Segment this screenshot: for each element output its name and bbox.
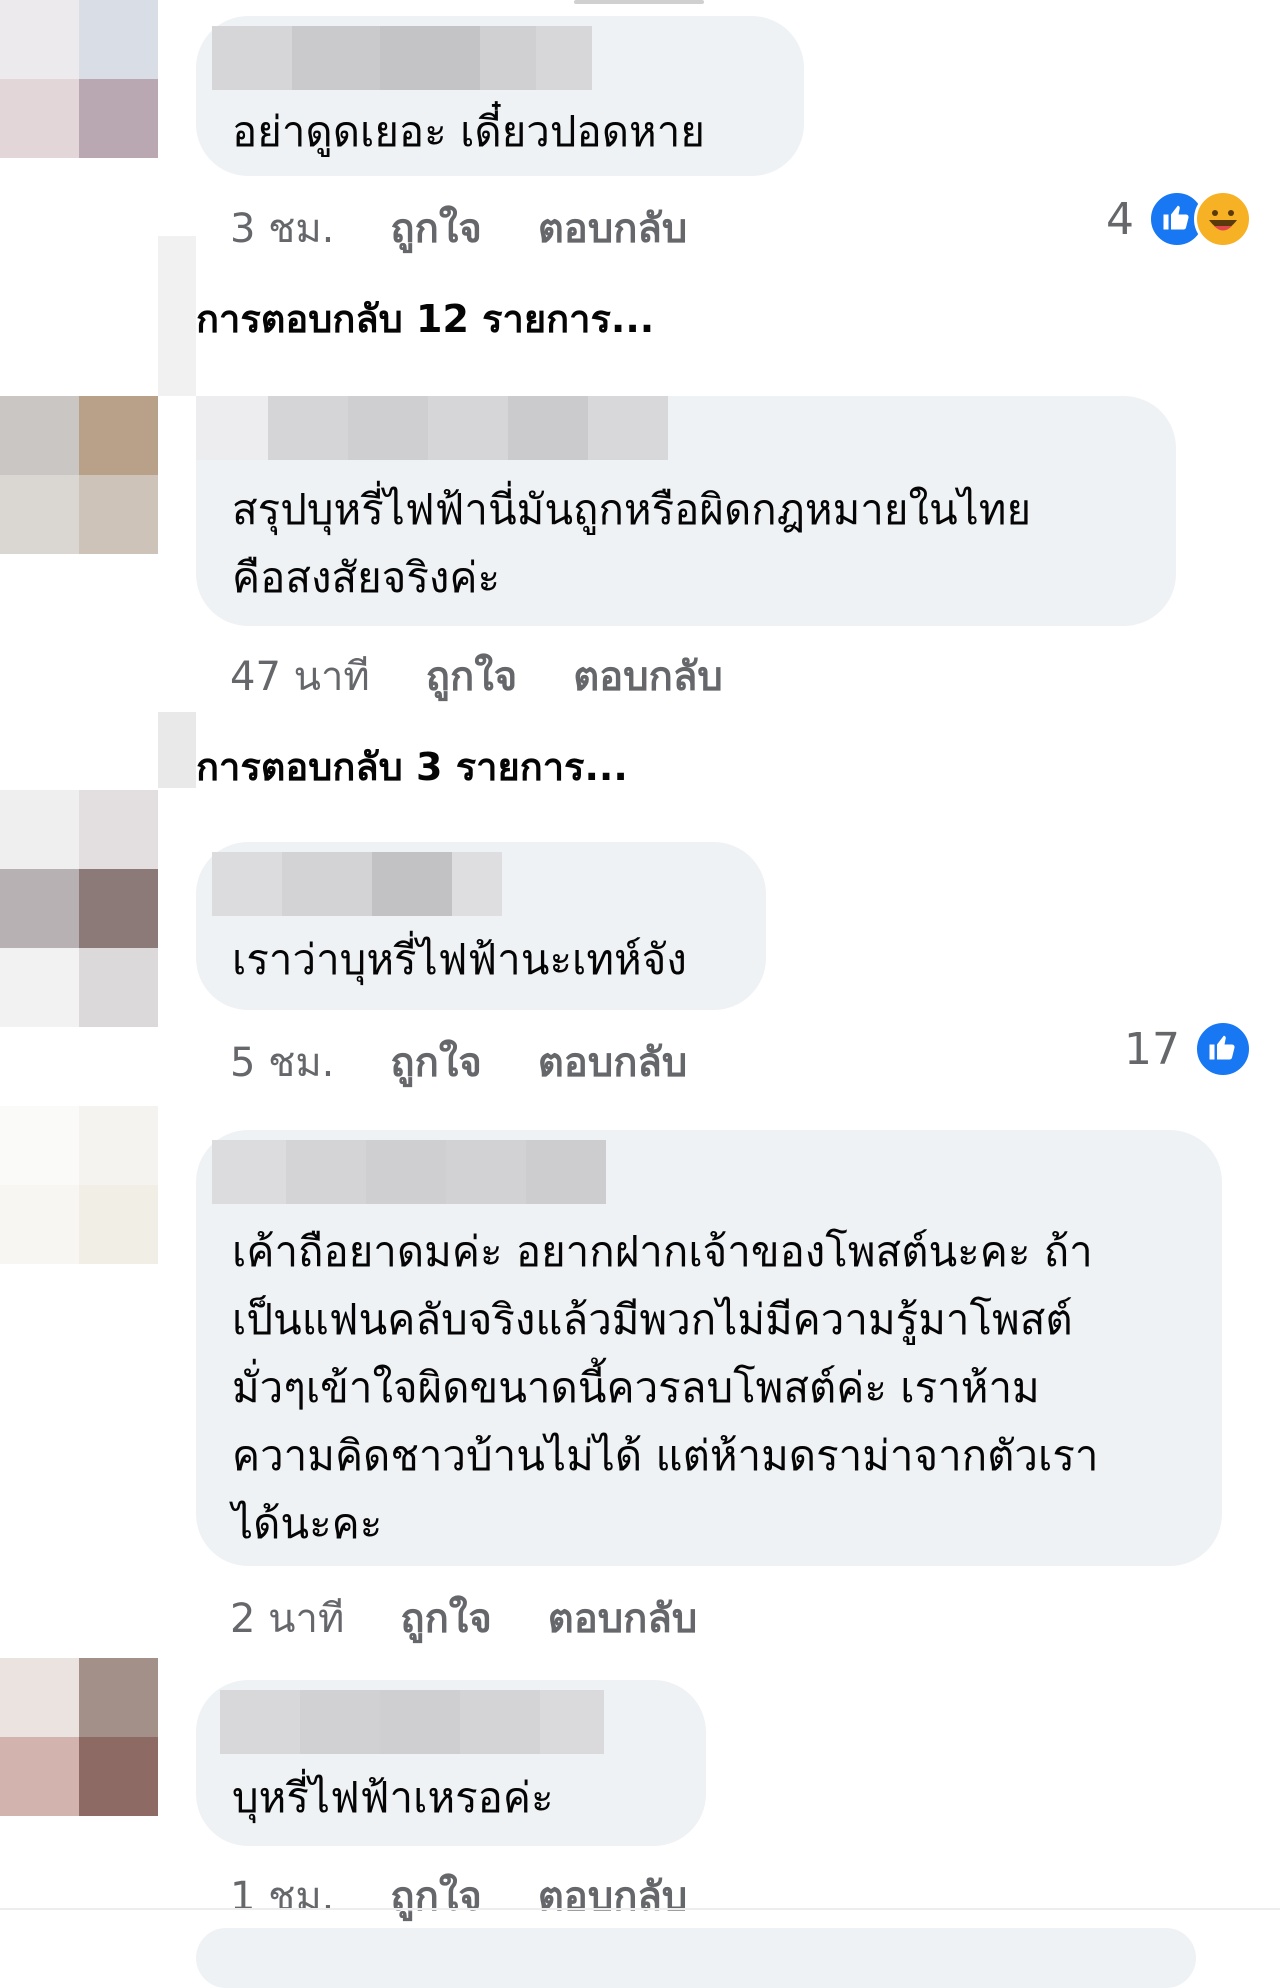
reply-button[interactable]: ตอบกลับ <box>538 1030 688 1094</box>
comment-time[interactable]: 5 ชม. <box>230 1030 334 1094</box>
avatar-blurred[interactable] <box>0 0 158 158</box>
comment-text: เราว่าบุหรี่ไฟฟ้านะเทห์จัง <box>232 935 687 984</box>
reply-button[interactable]: ตอบกลับ <box>538 1864 688 1928</box>
author-name-blurred[interactable] <box>196 396 668 460</box>
reaction-count: 4 <box>1106 193 1134 245</box>
avatar-blurred[interactable] <box>0 1106 158 1264</box>
like-button[interactable]: ถูกใจ <box>426 644 517 708</box>
author-name-blurred[interactable] <box>212 1140 606 1204</box>
reply-button[interactable]: ตอบกลับ <box>548 1586 698 1650</box>
haha-icon <box>1194 190 1252 248</box>
view-replies-link[interactable]: การตอบกลับ 12 รายการ... <box>196 288 654 349</box>
comment-actions: 2 นาที ถูกใจ ตอบกลับ <box>230 1586 697 1650</box>
like-button[interactable]: ถูกใจ <box>390 196 481 260</box>
comment-bubble: อย่าดูดเยอะ เดี๋ยวปอดหาย <box>196 16 804 176</box>
comment-actions: 1 ชม. ถูกใจ ตอบกลับ <box>230 1864 687 1928</box>
view-replies-link[interactable]: การตอบกลับ 3 รายการ... <box>196 736 628 797</box>
comment-time[interactable]: 1 ชม. <box>230 1864 334 1928</box>
comment-bubble: เค้าถือยาดมค่ะ อยากฝากเจ้าของโพสต์นะคะ ถ… <box>196 1130 1222 1566</box>
comment-bubble: เราว่าบุหรี่ไฟฟ้านะเทห์จัง <box>196 842 766 1010</box>
avatar-blurred[interactable] <box>0 1658 158 1816</box>
author-name-blurred[interactable] <box>212 852 502 916</box>
reaction-summary[interactable]: 17 <box>1124 1020 1252 1078</box>
comment-bubble: บุหรี่ไฟฟ้าเหรอค่ะ <box>196 1680 706 1846</box>
like-button[interactable]: ถูกใจ <box>390 1030 481 1094</box>
reply-button[interactable]: ตอบกลับ <box>538 196 688 260</box>
comment-text: สรุปบุหรี่ไฟฟ้านี่มันถูกหรือผิดกฎหมายในไ… <box>232 485 1032 602</box>
comment-actions: 5 ชม. ถูกใจ ตอบกลับ <box>230 1030 687 1094</box>
author-name-blurred[interactable] <box>220 1690 604 1754</box>
like-button[interactable]: ถูกใจ <box>400 1586 491 1650</box>
comment-text: เค้าถือยาดมค่ะ อยากฝากเจ้าของโพสต์นะคะ ถ… <box>232 1227 1099 1548</box>
author-name-blurred[interactable] <box>212 26 592 90</box>
reply-button[interactable]: ตอบกลับ <box>573 644 723 708</box>
thread-line <box>158 712 196 788</box>
avatar-blurred[interactable] <box>0 790 158 1027</box>
reaction-count: 17 <box>1124 1023 1180 1075</box>
comment-bubble: สรุปบุหรี่ไฟฟ้านี่มันถูกหรือผิดกฎหมายในไ… <box>196 396 1176 626</box>
like-button[interactable]: ถูกใจ <box>390 1864 481 1928</box>
comment-text: บุหรี่ไฟฟ้าเหรอค่ะ <box>232 1773 554 1822</box>
top-divider <box>574 0 704 4</box>
comment-text: อย่าดูดเยอะ เดี๋ยวปอดหาย <box>232 107 705 156</box>
reaction-summary[interactable]: 4 <box>1106 190 1252 248</box>
like-icon <box>1194 1020 1252 1078</box>
comment-time[interactable]: 2 นาที <box>230 1586 344 1650</box>
comment-time[interactable]: 47 นาที <box>230 644 370 708</box>
next-comment-bubble-partial <box>196 1928 1196 1988</box>
bottom-divider <box>0 1908 1280 1910</box>
comment-actions: 47 นาที ถูกใจ ตอบกลับ <box>230 644 723 708</box>
comment-actions: 3 ชม. ถูกใจ ตอบกลับ <box>230 196 687 260</box>
avatar-blurred[interactable] <box>0 396 158 554</box>
thread-line <box>158 236 196 396</box>
comment-time[interactable]: 3 ชม. <box>230 196 334 260</box>
